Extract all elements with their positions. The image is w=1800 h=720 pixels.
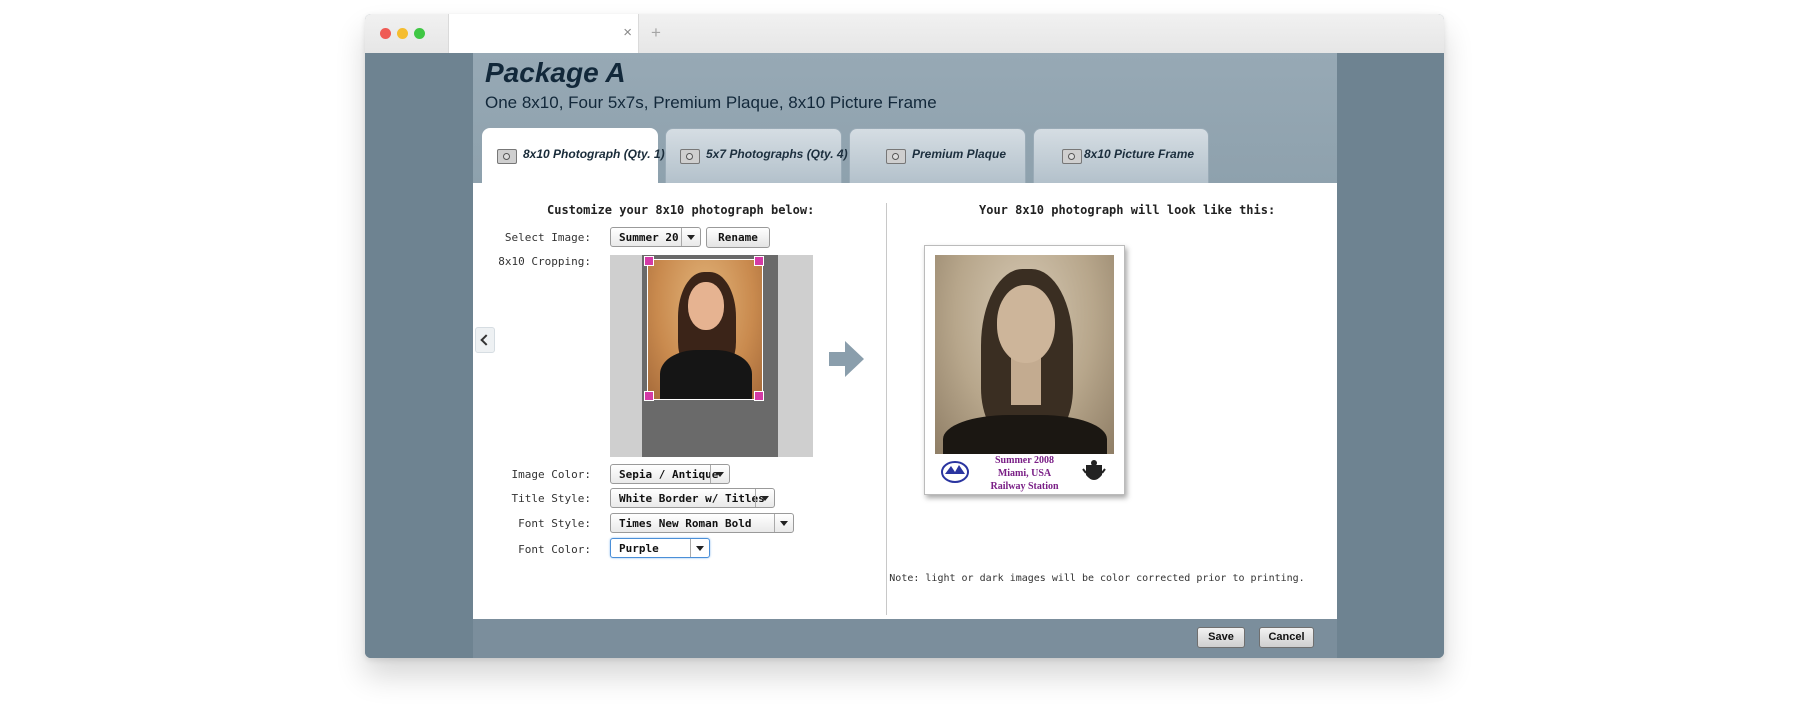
cancel-button[interactable]: Cancel [1259,627,1314,648]
crop-handle-top-right[interactable] [754,256,764,266]
package-subtitle: One 8x10, Four 5x7s, Premium Plaque, 8x1… [485,93,937,112]
title-style-dropdown[interactable]: White Border w/ Titles [610,488,775,508]
tab-close-icon[interactable]: × [623,23,632,43]
dropdown-arrow-icon [710,465,729,483]
camera-icon [680,149,700,164]
select-image-label: Select Image: [504,231,591,244]
page-viewport: Package A One 8x10, Four 5x7s, Premium P… [365,53,1444,658]
crop-handle-bottom-right[interactable] [754,391,764,401]
arrow-right-icon [829,341,864,377]
package-title: Package A [485,57,626,88]
save-button[interactable]: Save [1197,627,1245,648]
tab-label: 8x10 Picture Frame [1084,147,1195,161]
dropdown-arrow-icon [774,514,793,532]
image-color-value: Sepia / Antique [619,468,719,481]
cropping-label: 8x10 Cropping: [498,255,591,268]
minimize-window-button[interactable] [397,28,408,39]
crop-editor[interactable] [610,255,813,457]
image-color-dropdown[interactable]: Sepia / Antique [610,464,730,484]
photo-subject-face [688,282,724,330]
dialog-footer: Save Cancel [473,619,1337,658]
tab-8x10-photograph[interactable]: 8x10 Photograph (Qty. 1) [482,128,665,184]
crop-selection[interactable] [647,259,763,400]
font-color-label: Font Color: [518,543,591,556]
camera-icon [497,149,517,164]
photo-subject-body [660,350,752,399]
font-color-dropdown[interactable]: Purple [610,538,710,558]
customize-heading: Customize your 8x10 photograph below: [547,203,815,217]
coat-of-arms-icon [1082,460,1106,480]
package-editor: Package A One 8x10, Four 5x7s, Premium P… [473,53,1337,658]
chevron-left-icon[interactable] [475,327,495,353]
title-style-label: Title Style: [511,492,591,505]
tab-8x10-picture-frame[interactable]: 8x10 Picture Frame [1033,128,1209,183]
crop-handle-bottom-left[interactable] [644,391,654,401]
image-color-label: Image Color: [511,468,591,481]
dropdown-arrow-icon [755,489,774,507]
maximize-window-button[interactable] [414,28,425,39]
preview-heading: Your 8x10 photograph will look like this… [979,203,1276,217]
dropdown-arrow-icon [681,228,700,246]
camera-icon [886,149,906,164]
photo-preview: Summer 2008 Miami, USA Railway Station [924,245,1125,495]
close-window-button[interactable] [380,28,391,39]
browser-window: × + Package A One 8x10, Four 5x7s, Premi… [365,14,1444,658]
dropdown-arrow-icon [690,539,709,557]
tab-content: Customize your 8x10 photograph below: Se… [473,183,1337,619]
browser-chrome: × + [365,14,1444,54]
new-tab-icon[interactable]: + [651,23,661,43]
font-style-label: Font Style: [518,517,591,530]
tab-5x7-photographs[interactable]: 5x7 Photographs (Qty. 4) [665,128,848,183]
browser-tab[interactable]: × [448,14,639,54]
title-style-value: White Border w/ Titles [619,492,765,505]
crop-handle-top-left[interactable] [644,256,654,266]
tab-label: 8x10 Photograph (Qty. 1) [523,147,665,161]
rename-button[interactable]: Rename [706,227,770,248]
select-image-dropdown[interactable]: Summer 20 [610,227,701,247]
font-style-dropdown[interactable]: Times New Roman Bold [610,513,794,533]
tab-label: 5x7 Photographs (Qty. 4) [706,147,848,161]
package-header: Package A One 8x10, Four 5x7s, Premium P… [473,53,1337,184]
font-color-value: Purple [619,542,659,555]
panel-divider [886,203,887,615]
select-image-value: Summer 20 [619,231,679,244]
preview-image [935,255,1114,454]
font-style-value: Times New Roman Bold [619,517,752,530]
print-note: Note: light or dark images will be color… [889,573,1305,584]
tab-label: Premium Plaque [912,147,1007,161]
camera-icon [1062,149,1082,164]
preview-subject-face [997,285,1055,363]
preview-subject-body [943,415,1107,454]
tab-premium-plaque[interactable]: Premium Plaque [849,128,1026,183]
